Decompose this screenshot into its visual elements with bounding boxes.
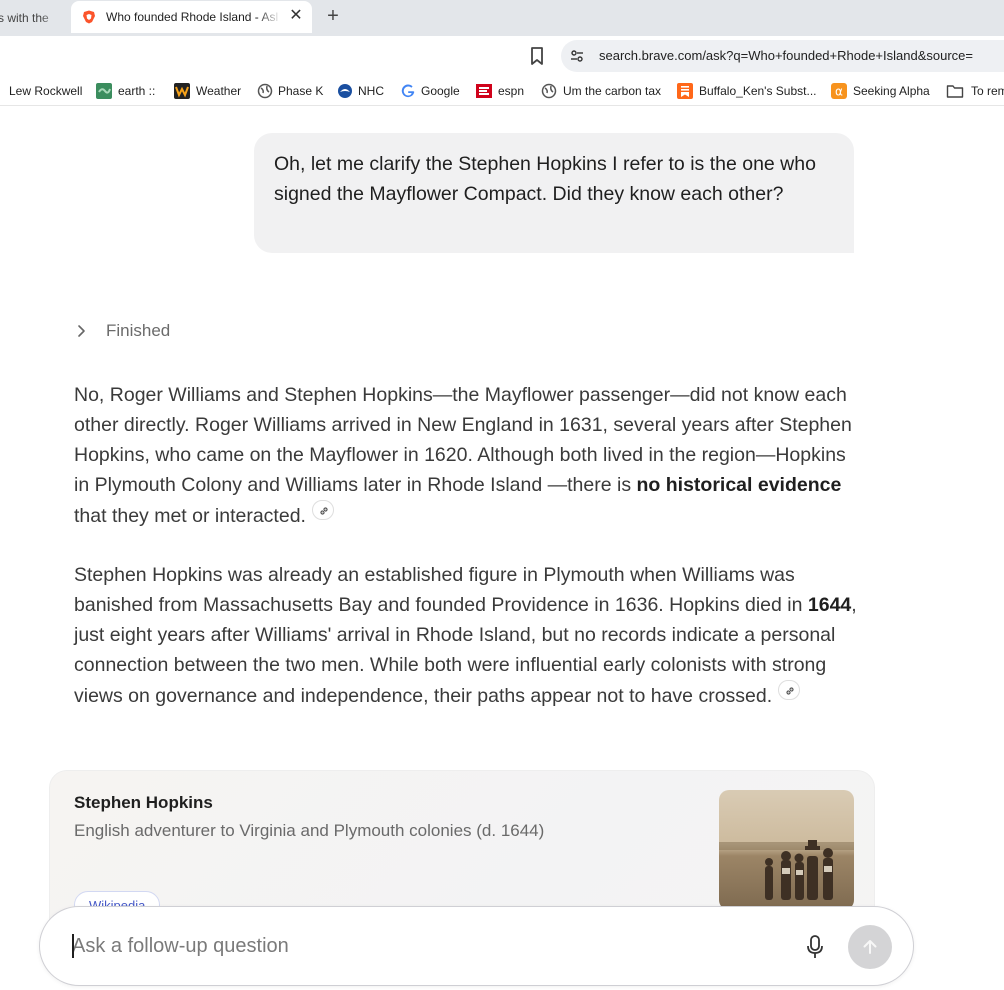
answer-emphasis: 1644: [807, 594, 852, 616]
tab-inactive-title: s with the: [0, 11, 49, 25]
svg-text:α: α: [835, 85, 843, 99]
globe-icon: [541, 83, 557, 99]
substack-icon: [677, 83, 693, 99]
bookmark-label: Weather: [196, 84, 242, 98]
bookmark-label: Lew Rockwell: [9, 84, 83, 98]
bookmark-icon[interactable]: [528, 46, 546, 66]
answer-text: that they met or interacted.: [74, 505, 306, 527]
bookmark-label: Google: [421, 84, 460, 98]
url-text: search.brave.com/ask?q=Who+founded+Rhode…: [599, 48, 973, 63]
bookmarks-bar: Lew Rockwell earth :: Weather Phase K NH…: [0, 76, 1004, 106]
tab-active[interactable]: Who founded Rhode Island - Asl ✕: [71, 1, 312, 33]
status-label: Finished: [106, 321, 171, 340]
microphone-icon[interactable]: [805, 934, 825, 960]
tab-strip: s with the Who founded Rhode Island - As…: [0, 0, 1004, 36]
card-subtitle: English adventurer to Virginia and Plymo…: [74, 821, 545, 840]
weather-icon: [174, 83, 190, 99]
citation-link[interactable]: [778, 680, 801, 700]
card-title: Stephen Hopkins: [74, 793, 213, 812]
address-bar[interactable]: search.brave.com/ask?q=Who+founded+Rhode…: [561, 40, 1004, 72]
bookmark-label: Seeking Alpha: [853, 84, 930, 98]
noaa-icon: [338, 84, 352, 98]
bookmark-label: NHC: [358, 84, 384, 98]
follow-up-bar: [39, 906, 914, 986]
link-icon: [786, 687, 794, 695]
page-content: Oh, let me clarify the Stephen Hopkins I…: [0, 107, 1004, 990]
folder-icon: [946, 85, 964, 98]
answer-paragraph: Stephen Hopkins was already an establish…: [74, 560, 864, 711]
link-icon: [320, 507, 328, 515]
bookmark-label: To rem: [971, 84, 1004, 98]
answer-emphasis: no historical evidence: [636, 474, 842, 496]
arrow-up-icon: [863, 940, 877, 954]
new-tab-button[interactable]: +: [324, 5, 342, 27]
tab-title: Who founded Rhode Island - Asl: [106, 10, 281, 24]
toolbar: search.brave.com/ask?q=Who+founded+Rhode…: [0, 36, 1004, 76]
user-message: Oh, let me clarify the Stephen Hopkins I…: [254, 133, 854, 253]
espn-icon: [476, 84, 492, 98]
bookmark-label: Phase K: [278, 84, 324, 98]
text-cursor: [72, 934, 74, 958]
google-icon: [401, 84, 415, 98]
chevron-right-icon: [78, 325, 85, 337]
bookmark-label: espn: [498, 84, 525, 98]
brave-lion-icon: [83, 10, 95, 24]
card-photo[interactable]: [719, 790, 854, 910]
globe-icon: [257, 83, 273, 99]
earth-icon: [96, 83, 112, 99]
bookmark-label: earth ::: [118, 84, 156, 98]
answer-paragraph: No, Roger Williams and Stephen Hopkins—t…: [74, 380, 864, 531]
bookmark-label: Buffalo_Ken's Subst...: [699, 84, 817, 98]
tab-close-icon[interactable]: ✕: [288, 8, 304, 24]
seeking-alpha-icon: α: [831, 83, 847, 99]
bookmark-label: Um the carbon tax: [563, 84, 662, 98]
send-button[interactable]: [848, 925, 892, 969]
citation-link[interactable]: [311, 500, 334, 520]
tab-inactive[interactable]: s with the: [0, 6, 62, 32]
follow-up-input[interactable]: [72, 931, 772, 961]
site-info-icon[interactable]: [569, 48, 585, 64]
answer-text: Stephen Hopkins was already an establish…: [74, 564, 808, 616]
